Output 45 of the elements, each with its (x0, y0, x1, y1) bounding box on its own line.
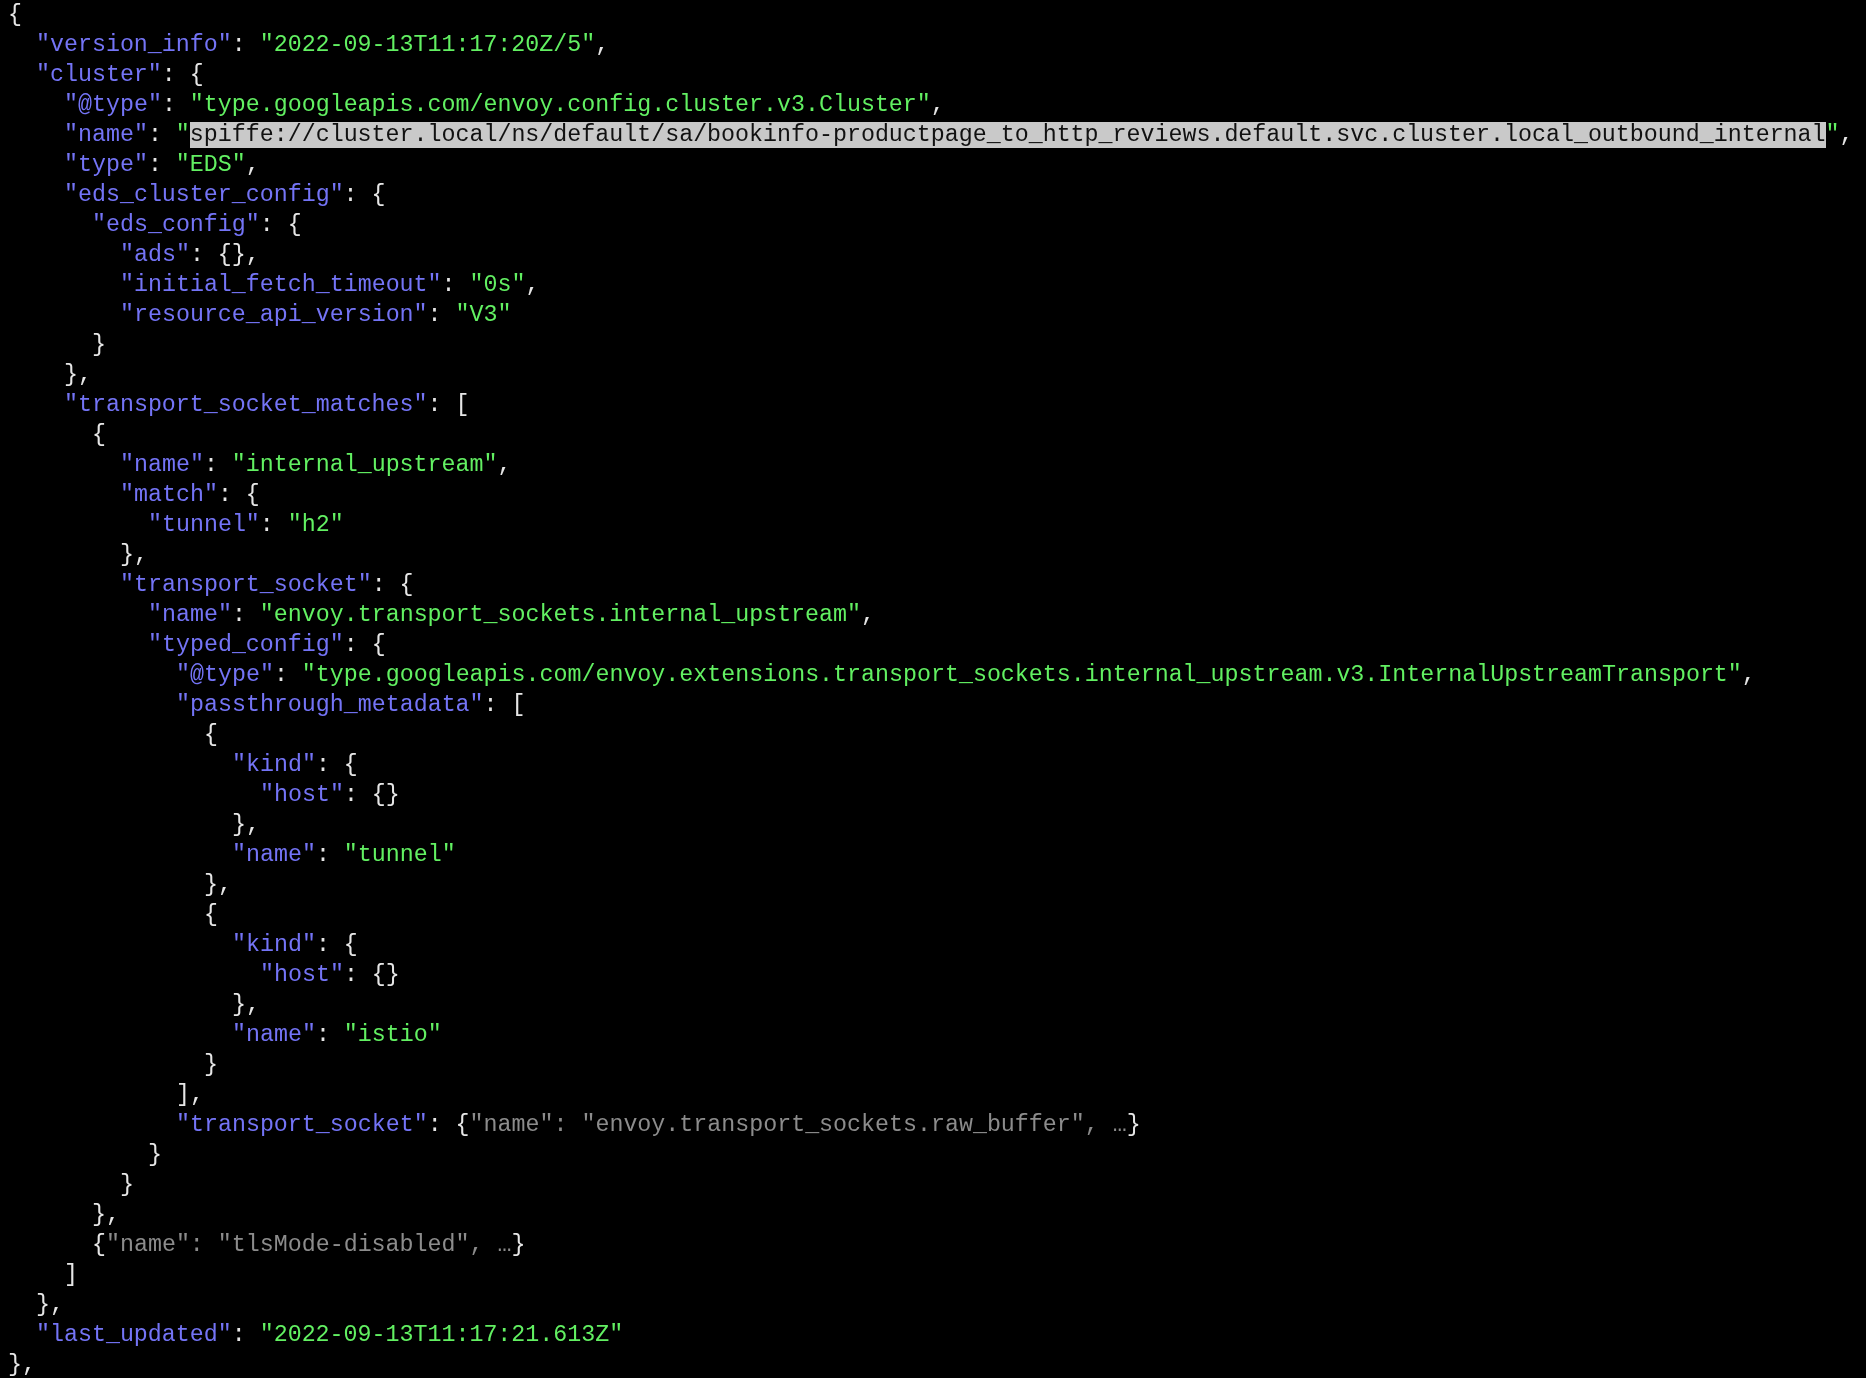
code-line: } (148, 1141, 162, 1170)
code-line: }, (232, 811, 260, 840)
code-line: "@type": "type.googleapis.com/envoy.extensions.transport_sockets.internal_upstream.v3.InternalUpstreamTransport", (176, 661, 1756, 690)
code-line: "name": "envoy.transport_sockets.internal_upstream", (148, 601, 875, 630)
code-line: "initial_fetch_timeout": "0s", (120, 271, 540, 300)
code-line: "ads": {}, (120, 241, 260, 270)
code-line: "resource_api_version": "V3" (120, 301, 512, 330)
code-line: }, (232, 991, 260, 1020)
code-line: } (204, 1051, 218, 1080)
code-line: "passthrough_metadata": [ (176, 691, 526, 720)
code-line: "kind": { (232, 751, 358, 780)
code-line: "version_info": "2022-09-13T11:17:20Z/5", (36, 31, 610, 60)
code-line: "name": "istio" (232, 1021, 442, 1050)
code-line: "@type": "type.googleapis.com/envoy.config.cluster.v3.Cluster", (64, 91, 945, 120)
code-line: "transport_socket_matches": [ (64, 391, 470, 420)
code-line: "transport_socket": {"name": "envoy.transport_sockets.raw_buffer", …} (176, 1111, 1141, 1140)
code-line: "match": { (120, 481, 260, 510)
code-line: ], (176, 1081, 204, 1110)
code-line: "transport_socket": { (120, 571, 414, 600)
code-line: } (120, 1171, 134, 1200)
code-line: {"name": "tlsMode-disabled", …} (92, 1231, 526, 1260)
code-line: }, (92, 1201, 120, 1230)
code-line: }, (36, 1291, 64, 1320)
code-line: { (92, 421, 106, 450)
code-line: "host": {} (260, 781, 400, 810)
code-line: "type": "EDS", (64, 151, 260, 180)
code-line: "host": {} (260, 961, 400, 990)
code-line: "eds_cluster_config": { (64, 181, 386, 210)
code-line: "name": "internal_upstream", (120, 451, 512, 480)
code-line: "last_updated": "2022-09-13T11:17:21.613Z" (36, 1321, 624, 1350)
code-line: } (92, 331, 106, 360)
code-line: "tunnel": "h2" (148, 511, 344, 540)
code-line: "cluster": { (36, 61, 204, 90)
code-line: "eds_config": { (92, 211, 302, 240)
code-line: }, (120, 541, 148, 570)
code-line: { (204, 901, 218, 930)
code-line: }, (204, 871, 232, 900)
code-line: "kind": { (232, 931, 358, 960)
code-line: }, (8, 1351, 36, 1378)
code-line: "typed_config": { (148, 631, 386, 660)
code-line: { (8, 1, 22, 30)
code-line: ] (64, 1261, 78, 1290)
code-line: "name": "tunnel" (232, 841, 456, 870)
code-line: { (204, 721, 218, 750)
code-line: }, (64, 361, 92, 390)
